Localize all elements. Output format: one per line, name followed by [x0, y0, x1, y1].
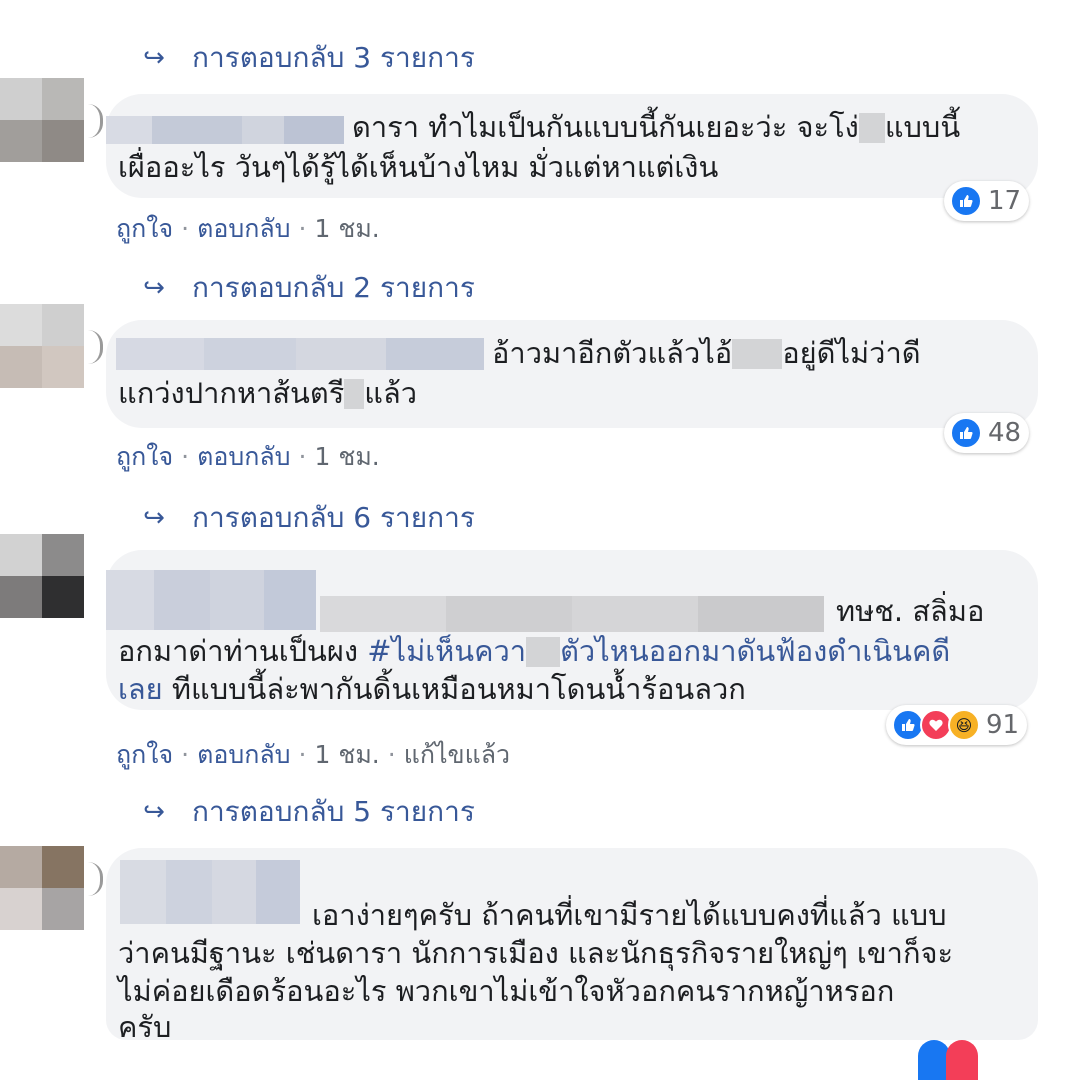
reply-button[interactable]: ตอบกลับ — [197, 740, 290, 769]
replies-count-label: การตอบกลับ 3 รายการ — [192, 41, 475, 74]
avatar-border — [88, 330, 103, 364]
comment-bubble: ดารา ทำไมเป็นกันแบบนี้กันเยอะว่ะ จะโง่ แบ… — [106, 94, 1038, 198]
author-name-blurred[interactable] — [106, 116, 344, 144]
avatar-border — [88, 862, 103, 896]
avatar[interactable] — [0, 846, 84, 930]
reply-button[interactable]: ตอบกลับ — [197, 214, 290, 243]
reaction-summary[interactable]: 😆 91 — [886, 705, 1028, 745]
censor-block — [526, 637, 561, 667]
separator-dot: · — [298, 214, 307, 243]
comment-text-line: ทษช. สลิ่มอ — [836, 594, 985, 628]
comment-bubble: ทษช. สลิ่มอ อกมาด่าท่านเป็นผง #ไม่เห็นคว… — [106, 550, 1038, 710]
view-replies-link-3[interactable]: ↪ การตอบกลับ 6 รายการ — [140, 496, 475, 540]
replies-count-label: การตอบกลับ 5 รายการ — [192, 795, 475, 828]
comment-text-line: ว่าคนมีฐานะ เช่นดารา นักการเมือง และนักธ… — [118, 936, 954, 970]
reaction-summary[interactable]: 48 — [944, 413, 1030, 453]
author-name-blurred[interactable] — [116, 338, 484, 370]
comment-timestamp[interactable]: 1 ชม. — [315, 442, 380, 471]
view-replies-link-1[interactable]: ↪ การตอบกลับ 3 รายการ — [140, 36, 475, 80]
reaction-summary[interactable]: 17 — [944, 181, 1030, 221]
edited-label[interactable]: แก้ไขแล้ว — [404, 740, 510, 769]
separator-dot: · — [181, 214, 190, 243]
author-name-blurred[interactable] — [106, 570, 316, 630]
comment-actions: ถูกใจ · ตอบกลับ · 1 ชม. — [116, 209, 380, 249]
comment-text-line: เผื่ออะไร วันๆได้รู้ได้เห็นบ้างไหม มั่วแ… — [118, 150, 719, 184]
reply-arrow-icon: ↪ — [143, 797, 165, 827]
replies-count-label: การตอบกลับ 6 รายการ — [192, 501, 475, 534]
comment-text-line: อ้าวมาอีกตัวแล้วไอ้ อยู่ดีไม่ว่าดี — [492, 336, 921, 370]
comment-actions: ถูกใจ · ตอบกลับ · 1 ชม. — [116, 437, 380, 477]
separator-dot: · — [298, 740, 307, 769]
separator-dot: · — [181, 442, 190, 471]
separator-dot: · — [387, 740, 396, 769]
reaction-count: 48 — [988, 418, 1022, 448]
comment-text-line: เลย ทีแบบนี้ล่ะพากันดิ้นเหมือนหมาโดนน้ำร… — [118, 672, 746, 706]
reply-arrow-icon: ↪ — [143, 503, 165, 533]
comment-text-line: เอาง่ายๆครับ ถ้าคนที่เขามีรายได้แบบคงที่… — [312, 898, 947, 932]
comment-actions: ถูกใจ · ตอบกลับ · 1 ชม. · แก้ไขแล้ว — [116, 735, 510, 775]
like-reaction-icon — [950, 417, 982, 449]
author-name-blurred — [320, 596, 824, 632]
view-replies-link-4[interactable]: ↪ การตอบกลับ 5 รายการ — [140, 790, 475, 834]
comment-text-line: ไม่ค่อยเดือดร้อนอะไร พวกเขาไม่เข้าใจหัวอ… — [118, 974, 895, 1008]
avatar-border — [88, 104, 103, 138]
avatar[interactable] — [0, 534, 84, 618]
comment-text-line: อกมาด่าท่านเป็นผง #ไม่เห็นควา ตัวไหนออกมา… — [118, 634, 951, 668]
censor-block — [858, 113, 885, 143]
author-name-blurred[interactable] — [120, 860, 300, 924]
comment-bubble: เอาง่ายๆครับ ถ้าคนที่เขามีรายได้แบบคงที่… — [106, 848, 1038, 1044]
separator-dot: · — [298, 442, 307, 471]
comment-text-line: ครับ — [118, 1010, 172, 1044]
replies-count-label: การตอบกลับ 2 รายการ — [192, 271, 475, 304]
comment-bubble: อ้าวมาอีกตัวแล้วไอ้ อยู่ดีไม่ว่าดี แกว่งป… — [106, 320, 1038, 428]
love-reaction-icon — [946, 1040, 978, 1080]
avatar[interactable] — [0, 304, 84, 388]
censor-block — [344, 379, 365, 409]
like-button[interactable]: ถูกใจ — [116, 740, 173, 769]
like-button[interactable]: ถูกใจ — [116, 214, 173, 243]
censor-block — [732, 339, 783, 369]
reply-arrow-icon: ↪ — [143, 43, 165, 73]
comment-text-line: ดารา ทำไมเป็นกันแบบนี้กันเยอะว่ะ จะโง่ แบ… — [352, 110, 961, 144]
reaction-count: 91 — [986, 710, 1020, 740]
reply-arrow-icon: ↪ — [143, 273, 165, 303]
comment-timestamp[interactable]: 1 ชม. — [315, 740, 380, 769]
avatar[interactable] — [0, 78, 84, 162]
comment-timestamp[interactable]: 1 ชม. — [315, 214, 380, 243]
hashtag-link[interactable]: #ไม่เห็นควา — [367, 634, 526, 668]
separator-dot: · — [181, 740, 190, 769]
like-reaction-icon — [950, 185, 982, 217]
reply-button[interactable]: ตอบกลับ — [197, 442, 290, 471]
like-button[interactable]: ถูกใจ — [116, 442, 173, 471]
comment-text-line: แกว่งปากหาส้นตรี แล้ว — [118, 376, 418, 410]
reaction-count: 17 — [988, 186, 1022, 216]
view-replies-link-2[interactable]: ↪ การตอบกลับ 2 รายการ — [140, 266, 475, 310]
haha-reaction-icon: 😆 — [948, 709, 980, 741]
